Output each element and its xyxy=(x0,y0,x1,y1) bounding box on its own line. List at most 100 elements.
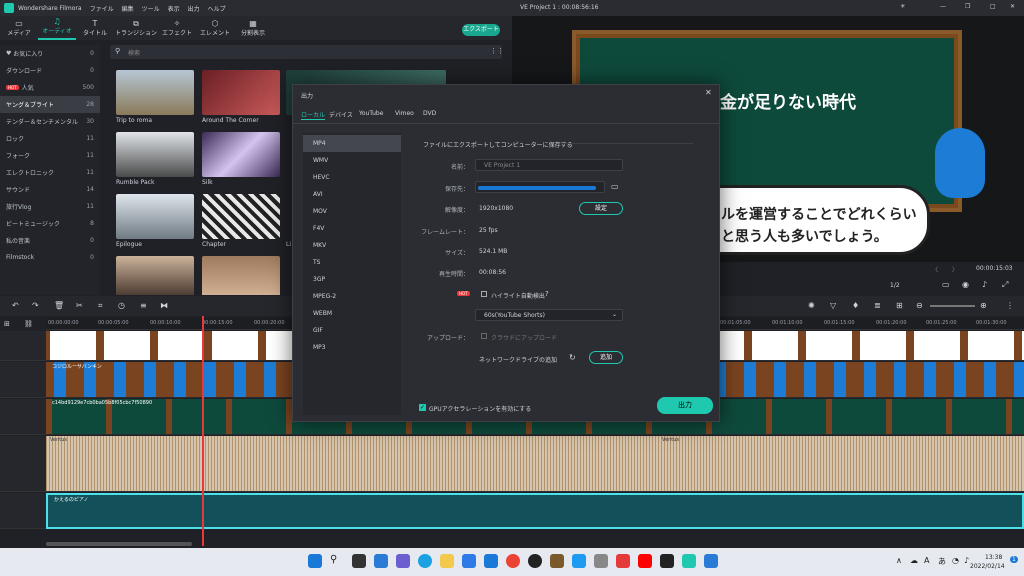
save-path-field[interactable] xyxy=(475,181,605,193)
menu-tools[interactable]: ツール xyxy=(142,4,160,13)
format-3gp[interactable]: 3GP xyxy=(303,271,401,288)
clock-date[interactable]: 2022/02/14 xyxy=(970,563,1005,570)
speaker-icon[interactable]: ♪ xyxy=(964,556,969,565)
format-gif[interactable]: GIF xyxy=(303,322,401,339)
prev-frame-icon[interactable]: 〈 xyxy=(932,265,938,274)
cut-icon[interactable]: ✂ xyxy=(76,301,83,310)
app-yu-icon[interactable] xyxy=(528,554,542,568)
cloud-upload-checkbox[interactable] xyxy=(481,333,487,339)
sidebar-item-downloads[interactable]: ダウンロード 0 xyxy=(0,62,100,79)
playhead[interactable] xyxy=(202,316,204,546)
sidebar-item-filmstock[interactable]: Filmstock 0 xyxy=(0,249,100,266)
name-field[interactable]: VE Project 1 xyxy=(475,159,623,171)
media-thumb-epilogue[interactable] xyxy=(116,194,194,239)
format-mov[interactable]: MOV xyxy=(303,203,401,220)
media-thumb-trip-to-roma[interactable] xyxy=(116,70,194,115)
chrome-icon[interactable] xyxy=(506,554,520,568)
menu-file[interactable]: ファイル xyxy=(90,4,114,13)
minimize-icon[interactable]: — xyxy=(940,3,946,10)
bulb-icon[interactable]: ☀ xyxy=(900,3,905,10)
format-avi[interactable]: AVI xyxy=(303,186,401,203)
media-thumb-7[interactable] xyxy=(116,256,194,295)
refresh-icon[interactable]: ↻ xyxy=(569,353,576,362)
sidebar-item-popular[interactable]: HOT 人気 500 xyxy=(0,79,100,96)
dialog-close-icon[interactable]: ✕ xyxy=(705,88,712,97)
gpu-checkbox[interactable]: ✓ xyxy=(419,404,426,411)
media-thumb-rumble-pack[interactable] xyxy=(116,132,194,177)
media-thumb-around-the-corner[interactable] xyxy=(202,70,280,115)
tab-transition[interactable]: ⧉ トランジション xyxy=(114,19,158,40)
format-f4v[interactable]: F4V xyxy=(303,220,401,237)
fullscreen-icon[interactable]: ⤢ xyxy=(1002,280,1008,290)
sidebar-item-travel-vlog[interactable]: 旅行Vlog 11 xyxy=(0,198,100,215)
windows-start-icon[interactable] xyxy=(308,554,322,568)
format-mkv[interactable]: MKV xyxy=(303,237,401,254)
tab-element[interactable]: ⬡ エレメント xyxy=(196,19,234,40)
tab-media[interactable]: ▭ メディア xyxy=(0,19,38,40)
menu-edit[interactable]: 編集 xyxy=(122,4,134,13)
marker-icon[interactable]: ▽ xyxy=(830,301,836,310)
mail-icon[interactable] xyxy=(484,554,498,568)
sidebar-item-young-bright[interactable]: ヤング＆ブライト 28 xyxy=(0,96,100,113)
sidebar-item-folk[interactable]: フォーク 11 xyxy=(0,147,100,164)
search-input[interactable]: ⚲ 検索 ⋮⋮ xyxy=(110,45,504,59)
store-icon[interactable] xyxy=(462,554,476,568)
mixer-icon[interactable]: ≣ xyxy=(874,301,881,310)
app-icon-2[interactable] xyxy=(594,554,608,568)
twitter-icon[interactable] xyxy=(572,554,586,568)
track-2-audio-clip[interactable]: Ventus Ventus xyxy=(46,436,1024,492)
delete-icon[interactable]: 🗑 xyxy=(54,301,64,310)
notification-badge[interactable]: 1 xyxy=(1010,556,1018,563)
tab-split[interactable]: ▦ 分割表示 xyxy=(234,19,272,40)
crop-icon[interactable]: ⌗ xyxy=(98,301,103,311)
format-mp4[interactable]: MP4 xyxy=(303,135,401,152)
edge-icon[interactable] xyxy=(418,554,432,568)
amazon-icon[interactable] xyxy=(660,554,674,568)
speed-icon[interactable]: ◷ xyxy=(118,301,125,310)
volume-icon[interactable]: ♪ xyxy=(982,280,987,289)
audio-split-icon[interactable]: ⧓ xyxy=(160,301,168,310)
onedrive-icon[interactable]: ☁ xyxy=(910,556,918,565)
help-icon[interactable]: ? xyxy=(545,290,549,298)
sidebar-item-sound[interactable]: サウンド 14 xyxy=(0,181,100,198)
timeline-menu-icon[interactable]: ⋮ xyxy=(1006,301,1014,310)
track-header-3[interactable] xyxy=(0,399,46,435)
app-icon-3[interactable] xyxy=(616,554,630,568)
track-header-5[interactable] xyxy=(0,331,46,361)
zoom-out-icon[interactable]: ⊖ xyxy=(916,301,923,310)
add-drive-button[interactable]: 追加 xyxy=(589,351,623,364)
tab-title[interactable]: T タイトル xyxy=(76,19,114,40)
highlight-duration-select[interactable]: 60s(YouTube Shorts) ⌄ xyxy=(475,309,623,321)
media-thumb-silk[interactable] xyxy=(202,132,280,177)
tab-effect[interactable]: ✧ エフェクト xyxy=(158,19,196,40)
tab-device[interactable]: デバイス xyxy=(329,110,353,119)
settings-button[interactable]: 設定 xyxy=(579,202,623,215)
tab-dvd[interactable]: DVD xyxy=(423,110,436,117)
search-taskbar-icon[interactable]: ⚲ xyxy=(330,554,344,568)
network-icon[interactable]: ◔ xyxy=(952,556,959,565)
zoom-slider[interactable] xyxy=(930,305,975,307)
ratio-select[interactable]: 1/2 xyxy=(890,282,900,289)
youtube-icon[interactable] xyxy=(638,554,652,568)
highlight-checkbox[interactable] xyxy=(481,291,487,297)
task-view-icon[interactable] xyxy=(352,554,366,568)
lang-indicator[interactable]: A xyxy=(924,556,929,565)
next-frame-icon[interactable]: 〉 xyxy=(952,265,958,274)
tab-youtube[interactable]: YouTube xyxy=(359,110,383,117)
sidebar-item-electronic[interactable]: エレクトロニック 11 xyxy=(0,164,100,181)
menu-help[interactable]: ヘルプ xyxy=(208,4,226,13)
track-1-music-clip[interactable]: かえるのピアノ xyxy=(46,493,1024,529)
sidebar-item-rock[interactable]: ロック 11 xyxy=(0,130,100,147)
format-mpeg2[interactable]: MPEG-2 xyxy=(303,288,401,305)
tray-chevron-icon[interactable]: ∧ xyxy=(896,556,902,565)
redo-icon[interactable]: ↷ xyxy=(32,301,39,310)
widgets-icon[interactable] xyxy=(374,554,388,568)
mic-icon[interactable]: ♦ xyxy=(852,301,859,310)
teams-icon[interactable] xyxy=(396,554,410,568)
app-icon-1[interactable] xyxy=(550,554,564,568)
sidebar-item-favorites[interactable]: ♥ お気に入り 0 xyxy=(0,45,100,62)
ime-indicator[interactable]: あ xyxy=(938,556,946,567)
track-header-1[interactable] xyxy=(0,493,46,529)
link-icon[interactable]: ⛓ xyxy=(24,320,33,328)
clock-time[interactable]: 13:38 xyxy=(985,554,1002,561)
